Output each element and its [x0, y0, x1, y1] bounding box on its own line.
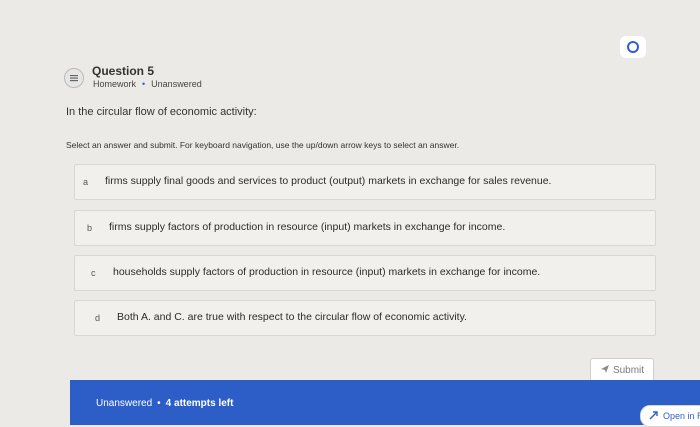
answer-choice-b[interactable]: b firms supply factors of production in … [74, 210, 656, 246]
footer-status: Unanswered • 4 attempts left [96, 398, 233, 409]
send-icon [600, 364, 610, 377]
answer-choice-c[interactable]: c households supply factors of productio… [74, 255, 656, 291]
answer-choice-d[interactable]: d Both A. and C. are true with respect t… [74, 300, 656, 336]
choice-text: firms supply factors of production in re… [109, 221, 506, 233]
choice-letter: d [95, 313, 101, 323]
question-title: Question 5 [92, 64, 155, 78]
separator-dot: • [157, 398, 161, 409]
footer-answer-status: Unanswered [96, 398, 153, 409]
footer-bar: Unanswered • 4 attempts left [70, 380, 700, 425]
external-link-icon [649, 410, 659, 422]
choice-letter: b [87, 223, 93, 233]
question-status: Unanswered [151, 79, 202, 89]
open-in-button[interactable]: Open in Re [640, 405, 700, 427]
question-meta: Homework • Unanswered [93, 79, 202, 89]
question-prompt: In the circular flow of economic activit… [66, 106, 257, 118]
choice-text: Both A. and C. are true with respect to … [117, 311, 467, 323]
separator-dot: • [142, 79, 146, 89]
status-circle-icon[interactable] [620, 36, 646, 58]
choice-letter: a [83, 177, 89, 187]
question-type: Homework [93, 79, 137, 89]
instructions: Select an answer and submit. For keyboar… [66, 140, 460, 150]
list-icon [64, 68, 84, 88]
submit-label: Submit [612, 364, 645, 376]
submit-button[interactable]: Submit [590, 358, 654, 382]
choice-text: firms supply final goods and services to… [105, 175, 552, 187]
attempts-left: 4 attempts left [165, 398, 234, 409]
open-label: Open in Re [663, 411, 700, 421]
choice-text: households supply factors of production … [113, 266, 541, 278]
choice-letter: c [91, 268, 96, 278]
answer-choice-a[interactable]: a firms supply final goods and services … [74, 164, 656, 200]
